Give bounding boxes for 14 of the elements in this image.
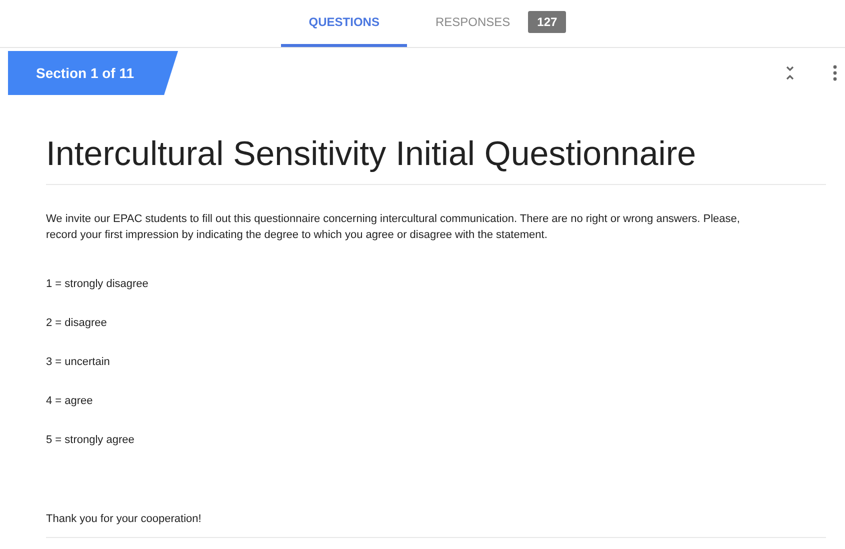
description-text: Thank you for your cooperation! [46, 511, 826, 538]
form-title: Intercultural Sensitivity Initial Questionnaire [46, 135, 826, 185]
description-text: 1 = strongly disagree [46, 277, 150, 292]
collapse-icon[interactable] [785, 66, 795, 80]
section-banner: Section 1 of 11 [8, 51, 178, 95]
description-text: 5 = strongly agree [46, 433, 136, 448]
tab[interactable]: QUESTIONS [280, 0, 408, 47]
tab[interactable]: RESPONSES 127 [407, 0, 594, 47]
response-count-badge: 127 [528, 11, 566, 33]
description-text: We invite our EPAC students to fill out this questionnaire concerning intercultural communication. There are no right or wrong answers. Please, record your first impression by indicating the degree to which you agree or disagree with the statement. [46, 212, 741, 243]
more-options-icon[interactable] [833, 65, 837, 81]
description-text: 2 = disagree [46, 316, 108, 331]
description-text: 3 = uncertain [46, 355, 111, 370]
description-text: 4 = agree [46, 394, 94, 409]
